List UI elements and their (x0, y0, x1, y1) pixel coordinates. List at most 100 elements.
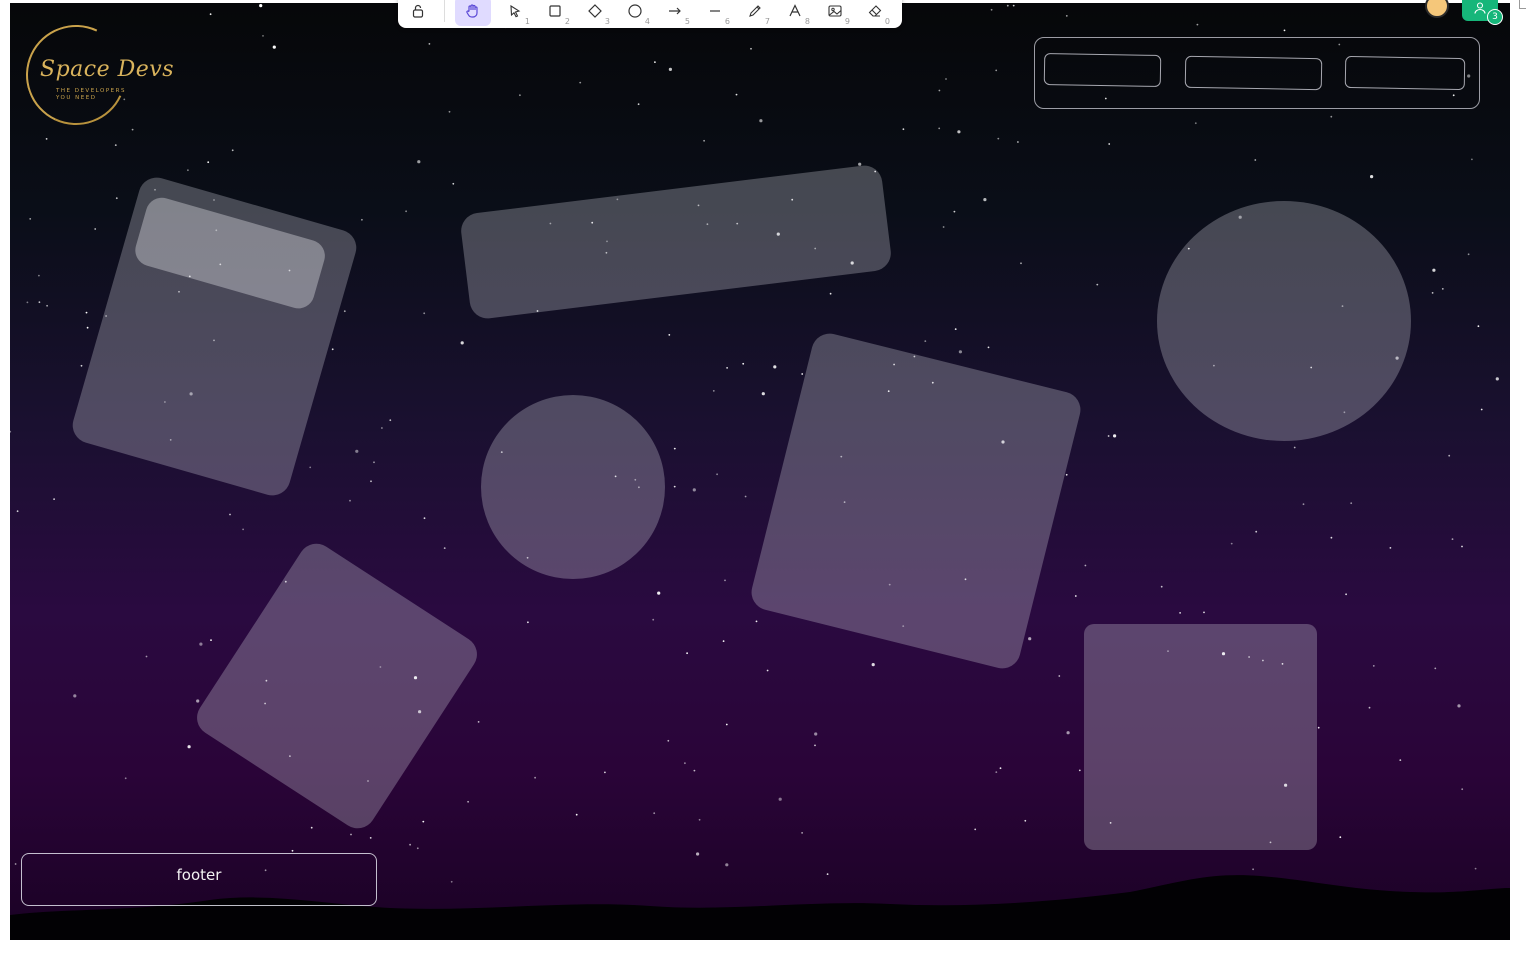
star (467, 800, 469, 803)
star (945, 78, 947, 80)
line-icon[interactable]: 6 (695, 0, 735, 26)
tool-key: 6 (724, 17, 730, 26)
nav-frame[interactable] (1034, 37, 1480, 109)
star (801, 832, 803, 834)
star (373, 461, 375, 464)
star (1108, 143, 1111, 145)
star (1389, 547, 1392, 549)
tool-key: 1 (524, 17, 530, 26)
star (26, 301, 29, 304)
star (667, 739, 670, 742)
star (355, 449, 359, 453)
star (1461, 545, 1463, 548)
collaborator-count-badge: 3 (1487, 9, 1503, 25)
footer-label: footer (176, 865, 222, 884)
star (124, 777, 127, 780)
star (957, 130, 961, 134)
star (272, 45, 276, 49)
rectangle-icon[interactable]: 2 (535, 0, 575, 26)
star (423, 517, 426, 520)
pencil-icon[interactable]: 7 (735, 0, 775, 26)
star (1017, 141, 1019, 143)
star (1194, 122, 1197, 125)
star (369, 837, 372, 839)
star (53, 498, 55, 500)
star (755, 620, 758, 623)
star (778, 797, 782, 801)
star (766, 669, 769, 672)
star (199, 642, 203, 646)
small-circle-shape[interactable] (481, 395, 665, 579)
star (86, 326, 89, 329)
star (1467, 253, 1470, 256)
star (443, 547, 446, 549)
star (1084, 564, 1087, 567)
star (1179, 612, 1181, 614)
star (381, 427, 383, 429)
star (724, 579, 726, 582)
tool-key: 9 (844, 17, 850, 26)
star (1431, 292, 1434, 294)
star (686, 652, 688, 655)
star (1096, 283, 1099, 286)
pointer-icon[interactable]: 1 (495, 0, 535, 26)
star (343, 310, 346, 313)
star (1065, 473, 1068, 476)
star (1461, 788, 1464, 791)
square-shape[interactable] (1084, 624, 1317, 850)
star (725, 723, 728, 726)
star (579, 81, 582, 84)
star (637, 103, 640, 106)
star (1074, 595, 1077, 597)
star (428, 43, 431, 45)
diamond-icon[interactable]: 3 (575, 0, 615, 26)
large-circle-shape[interactable] (1157, 201, 1411, 441)
hand-icon[interactable] (455, 0, 491, 26)
star (1302, 503, 1305, 506)
star (331, 348, 334, 351)
star (46, 304, 48, 307)
star (1113, 434, 1117, 438)
star (1058, 675, 1061, 677)
star (814, 732, 818, 736)
nav-button-3[interactable] (1344, 55, 1466, 91)
star (80, 364, 83, 367)
star (416, 847, 419, 850)
drawing-canvas[interactable]: Space Devs THE DEVELOPERS YOU NEED foote… (10, 3, 1510, 940)
tool-key: 2 (564, 17, 570, 26)
star (45, 138, 48, 140)
image-icon[interactable]: 9 (815, 0, 855, 26)
footer-frame[interactable]: footer (21, 853, 377, 906)
star (73, 694, 77, 698)
star (750, 47, 752, 50)
star (668, 67, 673, 71)
tool-key: 7 (764, 17, 770, 26)
text-icon[interactable]: 8 (775, 0, 815, 26)
star (575, 813, 578, 816)
star (460, 341, 464, 345)
star (309, 466, 312, 469)
star (1399, 759, 1402, 761)
star (1006, 4, 1009, 7)
star (115, 197, 118, 200)
star (1451, 538, 1454, 540)
star (1372, 665, 1375, 667)
lock-icon[interactable] (398, 0, 438, 26)
star (1339, 836, 1342, 839)
star (773, 365, 777, 369)
star (210, 639, 212, 641)
ellipse-icon[interactable]: 4 (615, 0, 655, 26)
star (38, 301, 41, 304)
star (673, 447, 676, 450)
star (16, 510, 19, 513)
star (209, 13, 212, 16)
star (744, 495, 747, 498)
toolbar-separator (444, 0, 445, 22)
star (974, 828, 977, 831)
arrow-icon[interactable]: 5 (655, 0, 695, 26)
star (703, 139, 705, 142)
star (259, 4, 263, 8)
nav-button-2[interactable] (1184, 55, 1323, 91)
eraser-icon[interactable]: 0 (855, 0, 895, 26)
nav-button-1[interactable] (1043, 52, 1162, 88)
